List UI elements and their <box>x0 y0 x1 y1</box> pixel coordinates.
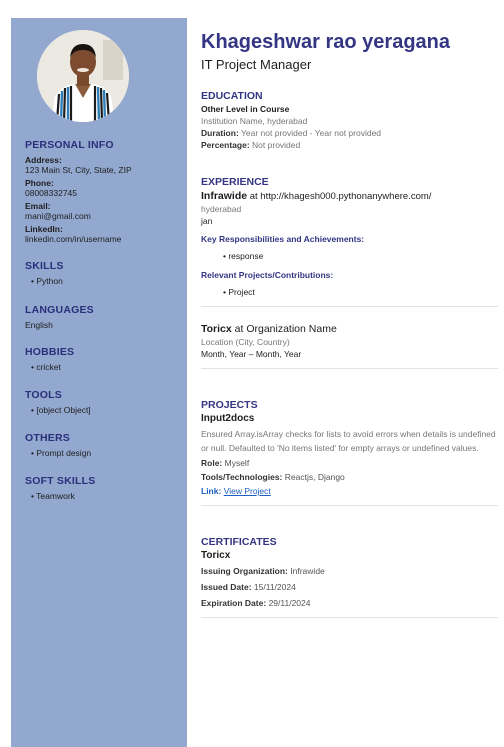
job-dates: Month, Year – Month, Year <box>201 349 302 359</box>
duration-label: Duration: <box>201 128 239 138</box>
percentage-label: Percentage: <box>201 140 250 150</box>
education-level: Other Level in Course <box>201 104 290 114</box>
tools-label: Tools/Technologies: <box>201 472 283 482</box>
job-location: Location (City, Country) <box>201 337 290 347</box>
link-label: Link: <box>201 486 222 496</box>
tools-heading: TOOLS <box>25 389 62 401</box>
hobby-item: • cricket <box>31 362 61 372</box>
project-description: Ensured Array.isArray checks for lists t… <box>201 429 496 453</box>
responsibilities-heading: Key Responsibilities and Achievements: <box>201 234 365 244</box>
job-location: hyderabad <box>201 204 242 214</box>
list-item: • Project <box>223 287 255 297</box>
skills-heading: SKILLS <box>25 260 64 272</box>
job-title: IT Project Manager <box>201 57 312 72</box>
others-heading: OTHERS <box>25 432 70 444</box>
issued-value: 15/11/2024 <box>253 582 296 592</box>
certificates-heading: CERTIFICATES <box>201 536 277 548</box>
project-link-row: Link: View Project <box>201 486 498 496</box>
at-text: at <box>231 323 247 335</box>
issuer-value: Infrawide <box>290 566 325 576</box>
tool-item: • [object Object] <box>31 405 91 415</box>
organization: http://khagesh000.pythonanywhere.com/ <box>260 191 432 202</box>
certificate-expiration-date: Expiration Date: 29/11/2024 <box>201 598 498 608</box>
certificate-issued-date: Issued Date: 15/11/2024 <box>201 582 498 592</box>
role-label: Role: <box>201 458 223 468</box>
languages-heading: LANGUAGES <box>25 304 94 316</box>
view-project-link[interactable]: View Project <box>224 486 271 496</box>
project-tools: Tools/Technologies: Reactjs, Django <box>201 472 498 482</box>
role-value: Myself <box>224 458 250 468</box>
at-text: at <box>247 191 261 202</box>
list-item: • response <box>223 251 264 261</box>
company-name: Infrawide <box>201 190 248 202</box>
project-name: Input2docs <box>201 413 255 424</box>
project-role: Role: Myself <box>201 458 498 468</box>
experience-heading: EXPERIENCE <box>201 176 269 188</box>
organization: Organization Name <box>246 323 337 335</box>
address-label: Address: <box>25 155 62 165</box>
projects-heading: PROJECTS <box>201 399 258 411</box>
divider <box>201 306 498 307</box>
personal-info-heading: PERSONAL INFO <box>25 139 114 151</box>
experience-entry-title: Toricx at Organization Name <box>201 323 498 335</box>
phone-label: Phone: <box>25 178 54 188</box>
expiry-label: Expiration Date: <box>201 598 267 608</box>
linkedin-value: linkedin.com/in/username <box>25 234 122 244</box>
education-institution: Institution Name, hyderabad <box>201 116 308 126</box>
divider <box>201 617 498 618</box>
phone-value: 08008332745 <box>25 188 78 198</box>
main-content: Khageshwar rao yeragana IT Project Manag… <box>201 30 498 618</box>
language-value: English <box>25 320 53 330</box>
other-item: • Prompt design <box>31 448 92 458</box>
skill-item: • Python <box>31 276 63 286</box>
job-dates: jan <box>201 216 213 226</box>
linkedin-label: LinkedIn: <box>25 224 63 234</box>
email-label: Email: <box>25 201 51 211</box>
education-duration: Duration: Year not provided - Year not p… <box>201 128 498 138</box>
issued-label: Issued Date: <box>201 582 252 592</box>
hobbies-heading: HOBBIES <box>25 346 75 358</box>
expiry-value: 29/11/2024 <box>268 598 311 608</box>
company-name: Toricx <box>201 323 232 335</box>
certificate-name: Toricx <box>201 550 231 561</box>
experience-entry-title: Infrawide at http://khagesh000.pythonany… <box>201 190 498 202</box>
certificate-issuer: Issuing Organization: Infrawide <box>201 566 498 576</box>
contributions-heading: Relevant Projects/Contributions: <box>201 270 334 280</box>
education-percentage: Percentage: Not provided <box>201 140 498 150</box>
sidebar: PERSONAL INFO Address: 123 Main St, City… <box>11 18 187 747</box>
soft-skills-heading: SOFT SKILLS <box>25 475 96 487</box>
avatar <box>37 30 129 122</box>
profile-photo-icon <box>37 30 129 122</box>
address-value: 123 Main St, City, State, ZIP <box>25 165 132 175</box>
percentage-value: Not provided <box>252 140 301 150</box>
soft-skill-item: • Teamwork <box>31 491 75 501</box>
issuer-label: Issuing Organization: <box>201 566 288 576</box>
education-heading: EDUCATION <box>201 90 263 102</box>
duration-value: Year not provided - Year not provided <box>241 128 382 138</box>
page-title: Khageshwar rao yeragana <box>201 31 450 53</box>
email-value: mani@gmail.com <box>25 211 91 221</box>
tools-value: Reactjs, Django <box>284 472 345 482</box>
